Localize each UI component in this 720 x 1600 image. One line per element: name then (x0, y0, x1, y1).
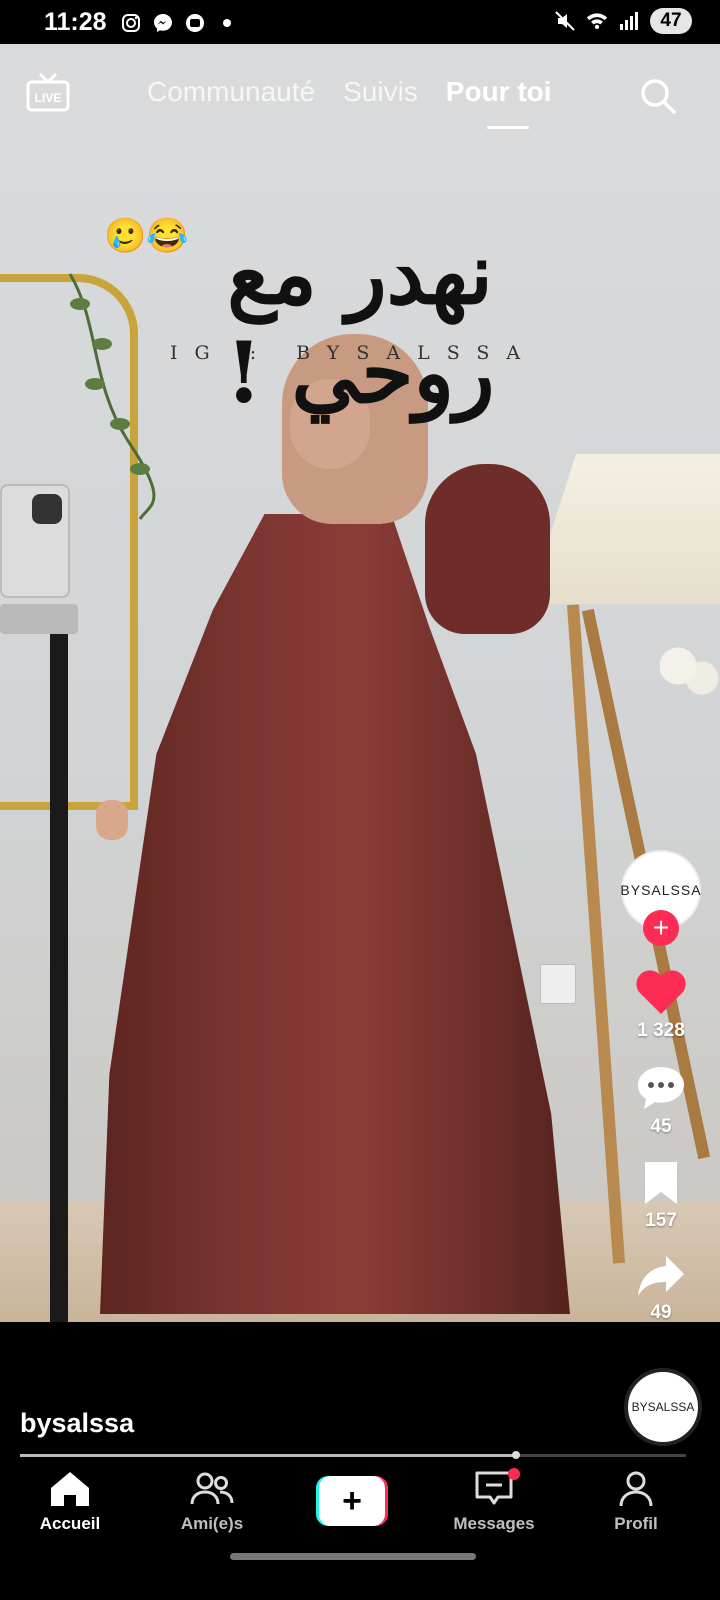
nav-messages-label: Messages (453, 1514, 535, 1533)
caption-text: نهدر مع روحي ! (225, 224, 495, 422)
messages-notification-dot (508, 1468, 520, 1480)
video-progress-knob[interactable] (512, 1451, 521, 1459)
author-username[interactable]: bysalssa (20, 1408, 134, 1439)
nav-friends-label: Ami(e)s (180, 1514, 244, 1533)
status-time: 11:28 (44, 8, 107, 36)
friends-icon (190, 1472, 234, 1505)
nav-messages[interactable]: Messages (434, 1468, 554, 1534)
bookmark-icon[interactable] (641, 1160, 681, 1206)
tab-communaute[interactable]: Communauté (147, 76, 315, 108)
signal-icon (618, 10, 640, 32)
create-button[interactable]: + (316, 1476, 388, 1526)
tab-suivis[interactable]: Suivis (343, 76, 418, 108)
feed-tabs: Communauté Suivis Pour toi (147, 76, 552, 108)
nav-profile-label: Profil (614, 1514, 658, 1533)
like-action[interactable]: 1 328 (634, 968, 688, 1042)
caption-watermark: IG : BYSALSSA (170, 342, 538, 364)
profile-icon (619, 1471, 653, 1507)
wifi-icon (586, 10, 608, 32)
mute-icon (554, 10, 576, 32)
like-count: 1 328 (637, 1020, 685, 1041)
plus-icon: + (319, 1476, 385, 1526)
screen-icon (184, 12, 206, 34)
share-count: 49 (650, 1302, 672, 1323)
music-disc[interactable]: BYSALSSA (624, 1368, 702, 1446)
video-player[interactable]: 🥲😂 نهدر مع روحي ! IG : BYSALSSA (0, 44, 720, 1322)
home-icon (51, 1472, 89, 1506)
video-tripod (50, 604, 68, 1322)
video-phone (0, 484, 70, 598)
video-progress-fill (20, 1454, 517, 1457)
video-lamp-shade (528, 454, 720, 604)
instagram-icon (120, 12, 142, 34)
live-icon[interactable]: LIVE (26, 72, 70, 112)
notification-icons (120, 12, 238, 34)
video-flowers (660, 634, 720, 714)
share-icon[interactable] (636, 1254, 686, 1298)
bottom-nav: Accueil Ami(e)s + Messages Profil (0, 1462, 720, 1600)
active-tab-indicator (487, 126, 529, 129)
video-tripod-clip (0, 604, 78, 634)
messenger-icon (152, 12, 174, 34)
dot-icon (216, 12, 238, 34)
follow-button[interactable]: + (643, 910, 679, 946)
share-action[interactable]: 49 (636, 1254, 686, 1324)
comment-icon[interactable] (635, 1064, 687, 1112)
live-label: LIVE (35, 91, 62, 105)
tab-pour-toi[interactable]: Pour toi (446, 76, 552, 108)
top-nav: LIVE Communauté Suivis Pour toi (0, 60, 720, 140)
video-dress-sleeve (425, 464, 550, 634)
heart-icon[interactable] (634, 968, 688, 1016)
comment-count: 45 (650, 1116, 672, 1137)
nav-home[interactable]: Accueil (10, 1470, 130, 1534)
search-icon[interactable] (638, 76, 678, 116)
video-dress (100, 514, 570, 1314)
comment-action[interactable]: 45 (635, 1064, 687, 1138)
video-wall-outlet (540, 964, 576, 1004)
nav-home-label: Accueil (39, 1514, 101, 1533)
save-action[interactable]: 157 (641, 1160, 681, 1232)
system-icons: 47 (554, 8, 692, 34)
nav-profile[interactable]: Profil (576, 1470, 696, 1534)
video-hand (96, 800, 128, 840)
status-bar: 11:28 47 (0, 0, 720, 44)
home-indicator[interactable] (230, 1553, 476, 1560)
action-rail: BYSALSSA + 1 328 45 157 49 (616, 850, 706, 1324)
battery-level: 47 (650, 8, 692, 34)
video-progress-bar[interactable] (20, 1451, 686, 1459)
nav-friends[interactable]: Ami(e)s (152, 1470, 272, 1534)
save-count: 157 (645, 1210, 677, 1231)
